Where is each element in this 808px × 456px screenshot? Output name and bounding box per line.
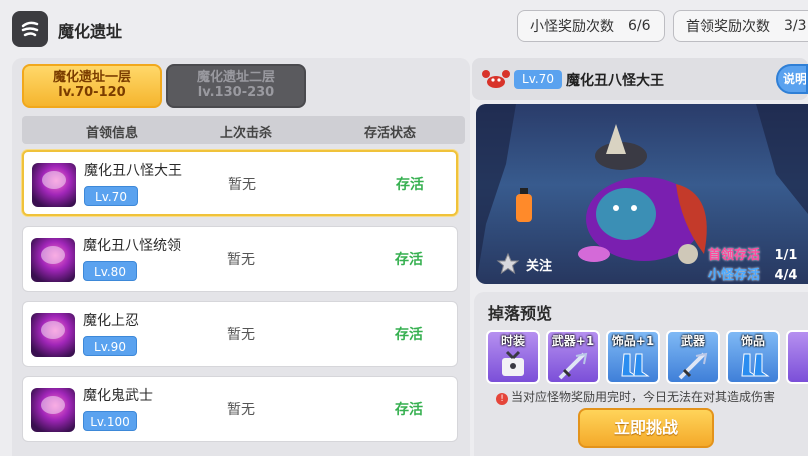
weapon-icon xyxy=(558,352,588,380)
boss-level-badge: Lv.70 xyxy=(84,186,138,206)
boss-alive-value: 1/1 xyxy=(774,248,798,263)
drop-item-tag: 时装 xyxy=(500,334,525,348)
drop-item-tag: 武器 xyxy=(680,334,705,348)
follow-button[interactable]: 关注 xyxy=(496,252,552,276)
boss-reward-value: 3/3 xyxy=(784,18,807,34)
drop-item-tag: 饰品 xyxy=(740,334,765,348)
boss-last-kill: 暂无 xyxy=(227,402,255,418)
costume-icon xyxy=(502,350,524,376)
boss-name: 魔化丑八怪统领 xyxy=(83,238,181,254)
drop-preview-title: 掉落预览 xyxy=(488,304,553,323)
tab-floor-2-name: 魔化遗址二层 xyxy=(196,70,275,85)
boss-avatar xyxy=(31,388,75,432)
header-alive-status: 存活状态 xyxy=(364,126,417,141)
boss-last-kill: 暂无 xyxy=(228,177,256,193)
drop-item-tag: 饰品+1 xyxy=(611,334,655,348)
crab-icon xyxy=(482,70,510,88)
table-row[interactable]: 魔化丑八怪大王 Lv.70 暂无 存活 xyxy=(22,150,458,216)
selected-boss-level: Lv.70 xyxy=(514,70,562,89)
tab-floor-1[interactable]: 魔化遗址一层 lv.70-120 xyxy=(22,64,162,108)
table-row[interactable]: 魔化上忍 Lv.90 暂无 存活 xyxy=(22,301,458,367)
minion-reward-counter: 小怪奖励次数 6/6 xyxy=(517,10,665,42)
drop-item-tag: 武器+1 xyxy=(551,334,595,348)
boss-avatar xyxy=(31,238,75,282)
selected-boss-name: 魔化丑八怪大王 xyxy=(566,73,664,89)
tab-floor-2-range: lv.130-230 xyxy=(197,84,275,100)
reward-notice: ! 当对应怪物奖励用完时，今日无法在对其造成伤害 xyxy=(496,388,775,405)
boss-list-panel: 魔化遗址一层 lv.70-120 魔化遗址二层 lv.130-230 首领信息 … xyxy=(12,58,470,456)
minion-reward-label: 小怪奖励次数 xyxy=(530,19,614,35)
reward-notice-text: 当对应怪物奖励用完时，今日无法在对其造成伤害 xyxy=(511,390,776,404)
drop-item[interactable]: 武器+1 xyxy=(546,330,600,384)
swirl-icon xyxy=(21,21,39,37)
boots-icon xyxy=(621,353,650,377)
back-button[interactable] xyxy=(12,11,48,47)
boss-name: 魔化上忍 xyxy=(83,313,139,329)
minion-reward-value: 6/6 xyxy=(628,18,651,34)
tab-floor-1-name: 魔化遗址一层 xyxy=(52,70,131,85)
boss-level-badge: Lv.100 xyxy=(83,411,137,431)
drop-preview-panel: 掉落预览 时装 武器+1 饰品+1 武器 饰品 ! 当对应怪物奖励用完时，今日无… xyxy=(474,292,808,456)
boss-alive-count: 首领存活 1/1 xyxy=(708,244,797,263)
table-row[interactable]: 魔化丑八怪统领 Lv.80 暂无 存活 xyxy=(22,226,458,292)
drop-item-partial[interactable] xyxy=(786,330,808,384)
tab-floor-1-range: lv.70-120 xyxy=(58,84,126,100)
page-title: 魔化遗址 xyxy=(58,22,123,41)
header-last-kill: 上次击杀 xyxy=(220,126,273,141)
boss-reward-counter: 首领奖励次数 3/3 xyxy=(673,10,808,42)
warning-icon: ! xyxy=(496,393,508,405)
tab-floor-2[interactable]: 魔化遗址二层 lv.130-230 xyxy=(166,64,306,108)
boss-alive-status: 存活 xyxy=(395,327,423,343)
boots-icon xyxy=(741,353,770,377)
boss-alive-label: 首领存活 xyxy=(708,248,761,263)
boss-last-kill: 暂无 xyxy=(227,252,255,268)
header-boss-info: 首领信息 xyxy=(86,126,139,141)
minion-alive-label: 小怪存活 xyxy=(708,268,761,283)
top-bar: 魔化遗址 小怪奖励次数 6/6 首领奖励次数 3/3 xyxy=(0,0,808,58)
boss-portrait: 关注 首领存活 1/1 小怪存活 4/4 xyxy=(476,104,808,284)
boss-name: 魔化鬼武士 xyxy=(83,388,153,404)
follow-label: 关注 xyxy=(526,258,553,274)
boss-avatar xyxy=(31,313,75,357)
selected-boss-header: Lv.70 魔化丑八怪大王 说明 xyxy=(472,58,808,100)
weapon-icon xyxy=(678,352,708,380)
challenge-button[interactable]: 立即挑战 xyxy=(578,408,714,448)
drop-item[interactable]: 武器 xyxy=(666,330,720,384)
drop-item[interactable]: 时装 xyxy=(486,330,540,384)
boss-level-badge: Lv.80 xyxy=(83,261,137,281)
help-button[interactable]: 说明 xyxy=(776,64,808,94)
table-header: 首领信息 上次击杀 存活状态 xyxy=(22,116,465,144)
boss-reward-label: 首领奖励次数 xyxy=(686,19,770,35)
boss-alive-status: 存活 xyxy=(396,177,424,193)
boss-level-badge: Lv.90 xyxy=(83,336,137,356)
table-row[interactable]: 魔化鬼武士 Lv.100 暂无 存活 xyxy=(22,376,458,442)
drop-item[interactable]: 饰品+1 xyxy=(606,330,660,384)
boss-alive-status: 存活 xyxy=(395,402,423,418)
boss-avatar xyxy=(32,163,76,207)
boss-last-kill: 暂无 xyxy=(227,327,255,343)
boss-name: 魔化丑八怪大王 xyxy=(84,163,182,179)
drop-item[interactable]: 饰品 xyxy=(726,330,780,384)
minion-alive-count: 小怪存活 4/4 xyxy=(708,264,797,283)
minion-alive-value: 4/4 xyxy=(774,268,798,283)
boss-alive-status: 存活 xyxy=(395,252,423,268)
star-icon xyxy=(496,252,520,275)
